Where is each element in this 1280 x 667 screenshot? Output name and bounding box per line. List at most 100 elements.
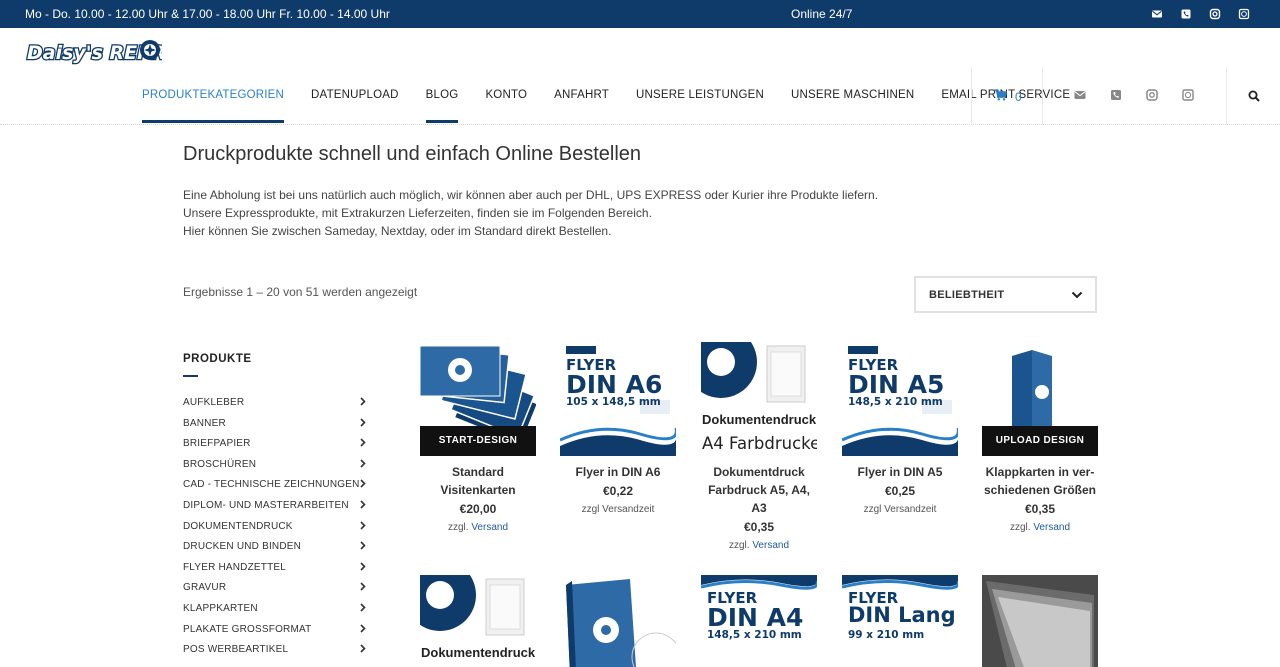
upload-design-button[interactable]: UPLOAD DESIGN <box>982 426 1098 456</box>
chevron-right-icon <box>360 520 366 533</box>
whatsapp-icon[interactable] <box>1182 88 1194 101</box>
mail-icon[interactable] <box>1074 88 1086 100</box>
category-list: AUFKLEBER BANNER BRIEFPAPIER BROSCHÜREN … <box>183 392 368 660</box>
product-card[interactable] <box>560 575 676 667</box>
category-item[interactable]: PLAKATE GROSSFORMAT <box>183 619 368 640</box>
shipping-text: zzgl. <box>1009 522 1031 533</box>
product-image[interactable] <box>560 575 676 667</box>
shipping-link[interactable]: Versand <box>1033 522 1070 533</box>
nav-produktekategorien[interactable]: PRODUKTEKATEGORIEN <box>142 67 285 123</box>
category-item[interactable]: DRUCKEN UND BINDEN <box>183 536 368 557</box>
nav-konto[interactable]: KONTO <box>485 67 527 123</box>
nav-label: PRODUKTEKATEGORIEN <box>142 89 285 101</box>
category-item[interactable]: BROSCHÜREN <box>183 454 368 475</box>
category-label: DOKUMENTENDRUCK <box>183 520 293 532</box>
product-image[interactable] <box>982 575 1098 667</box>
category-item[interactable]: AUFKLEBER <box>183 392 368 413</box>
category-item[interactable]: BANNER <box>183 413 368 434</box>
product-name[interactable]: Flyer in DIN A5 <box>842 463 958 481</box>
category-item[interactable]: GRAVUR <box>183 577 368 598</box>
mail-icon[interactable] <box>1151 8 1163 20</box>
category-item[interactable]: KLAPPKARTEN <box>183 598 368 619</box>
page-title: Druckprodukte schnell und einfach Online… <box>183 143 642 165</box>
category-item[interactable]: CAD - TECHNISCHE ZEICHNUNGEN <box>183 474 368 495</box>
nav-datenupload[interactable]: DATENUPLOAD <box>311 67 399 123</box>
start-design-button[interactable]: START-DESIGN <box>420 426 536 456</box>
search-icon[interactable] <box>1248 89 1260 107</box>
nav-label: BLOG <box>425 89 459 101</box>
cart-button[interactable]: 0 <box>994 89 1022 104</box>
shipping-link[interactable]: Versand <box>471 522 508 533</box>
flyer-size: 99 x 210 mm <box>848 629 925 641</box>
product-image[interactable]: FLYER DIN A4 148,5 x 210 mm <box>701 575 817 667</box>
flyer-format: DIN A4 <box>707 603 804 632</box>
flyer-size: 148,5 x 210 mm <box>707 629 802 641</box>
product-image[interactable]: FLYER DIN A6 105 x 148,5 mm <box>560 342 676 456</box>
product-card[interactable]: FLYER DIN A5 148,5 x 210 mm Flyer in DIN… <box>842 342 958 515</box>
category-item[interactable]: POS WERBEARTIKEL <box>183 639 368 660</box>
product-card[interactable]: FLYER DIN A4 148,5 x 210 mm <box>701 575 817 667</box>
product-price: €0,25 <box>884 484 916 498</box>
category-item[interactable]: FLYER HANDZETTEL <box>183 557 368 578</box>
chevron-right-icon <box>360 582 366 594</box>
active-underline <box>142 120 285 123</box>
instagram-icon[interactable] <box>1209 8 1221 20</box>
product-card[interactable]: FLYER DIN A6 105 x 148,5 mm Flyer in DIN… <box>560 342 676 515</box>
product-image[interactable]: FLYER DIN A5 148,5 x 210 mm <box>842 342 958 456</box>
image-subcaption: A4 Farbdrucke <box>702 434 817 453</box>
flyer-format: DIN Lang <box>848 603 956 627</box>
category-item[interactable]: DIPLOM- UND MASTERARBEITEN <box>183 495 368 516</box>
product-name-line: Flyer in DIN A5 <box>857 465 943 479</box>
category-label: DRUCKEN UND BINDEN <box>183 541 302 553</box>
product-card[interactable]: START-DESIGN Standard Visitenkarten €20,0… <box>420 342 536 533</box>
shipping-link[interactable]: Versand <box>752 540 789 551</box>
nav-blog[interactable]: BLOG <box>425 67 459 123</box>
category-label: BANNER <box>183 417 226 429</box>
chevron-down-icon <box>1071 290 1083 302</box>
online-label: Online 24/7 <box>791 7 853 21</box>
product-image[interactable]: START-DESIGN <box>420 342 536 456</box>
top-info-bar: Mo - Do. 10.00 - 12.00 Uhr & 17.00 - 18.… <box>0 0 1280 28</box>
site-logo[interactable]: Daisy's REPR <box>26 37 162 65</box>
category-item[interactable]: BRIEFPAPIER <box>183 433 368 454</box>
phone-icon[interactable] <box>1110 88 1122 100</box>
shipping-note: zzgl. Versand <box>982 522 1098 533</box>
product-price: €0,35 <box>743 520 775 534</box>
nav-unsere-leistungen[interactable]: UNSERE LEISTUNGEN <box>636 67 764 123</box>
sort-select[interactable]: BELIEBTHEIT <box>914 276 1097 313</box>
result-count: Ergebnisse 1 – 20 von 51 werden angezeig… <box>183 285 418 299</box>
nav-label: DATENUPLOAD <box>311 89 399 101</box>
product-card[interactable]: Dokumentendruck A4 Farbdrucke Dokumentdr… <box>701 342 817 551</box>
product-image[interactable]: Dokumentendruck <box>420 575 536 667</box>
nav-anfahrt[interactable]: ANFAHRT <box>554 67 609 123</box>
product-card[interactable]: FLYER DIN Lang 99 x 210 mm <box>842 575 958 667</box>
whatsapp-icon[interactable] <box>1238 8 1250 20</box>
product-card[interactable]: Dokumentendruck <box>420 575 536 667</box>
phone-icon[interactable] <box>1180 8 1192 20</box>
category-label: POS WERBEARTIKEL <box>183 644 289 656</box>
category-item[interactable]: DOKUMENTENDRUCK <box>183 516 368 537</box>
product-image[interactable]: UPLOAD DESIGN <box>982 342 1098 456</box>
product-image[interactable]: Dokumentendruck A4 Farbdrucke <box>701 342 817 456</box>
product-name[interactable]: Dokumentdruck Farbdruck A5, A4, A3 <box>701 463 817 517</box>
product-name[interactable]: Flyer in DIN A6 <box>560 463 676 481</box>
nav-unsere-maschinen[interactable]: UNSERE MASCHINEN <box>791 67 914 123</box>
instagram-icon[interactable] <box>1146 88 1158 101</box>
flyer-size: 105 x 148,5 mm <box>566 396 661 408</box>
product-name-line: Dokumentdruck <box>713 465 805 479</box>
chevron-right-icon <box>360 603 366 615</box>
category-label: KLAPPKARTEN <box>183 602 258 614</box>
category-label: FLYER HANDZETTEL <box>183 561 287 573</box>
product-card[interactable] <box>982 575 1098 667</box>
shipping-text: zzgl. <box>447 522 469 533</box>
category-label: CAD - TECHNISCHE ZEICHNUNGEN <box>183 479 360 491</box>
product-card[interactable]: UPLOAD DESIGN Klappkarten in ver-schiede… <box>982 342 1098 533</box>
product-name[interactable]: Klappkarten in ver-schiedenen Größen <box>982 463 1098 499</box>
product-name-line: schiedenen Größen <box>983 483 1097 497</box>
product-price: €0,22 <box>602 484 634 498</box>
product-name[interactable]: Standard Visitenkarten <box>420 463 536 499</box>
chevron-right-icon <box>360 438 366 450</box>
product-image[interactable]: FLYER DIN Lang 99 x 210 mm <box>842 575 958 667</box>
category-label: PLAKATE GROSSFORMAT <box>183 623 312 635</box>
nav-label: KONTO <box>485 89 528 101</box>
